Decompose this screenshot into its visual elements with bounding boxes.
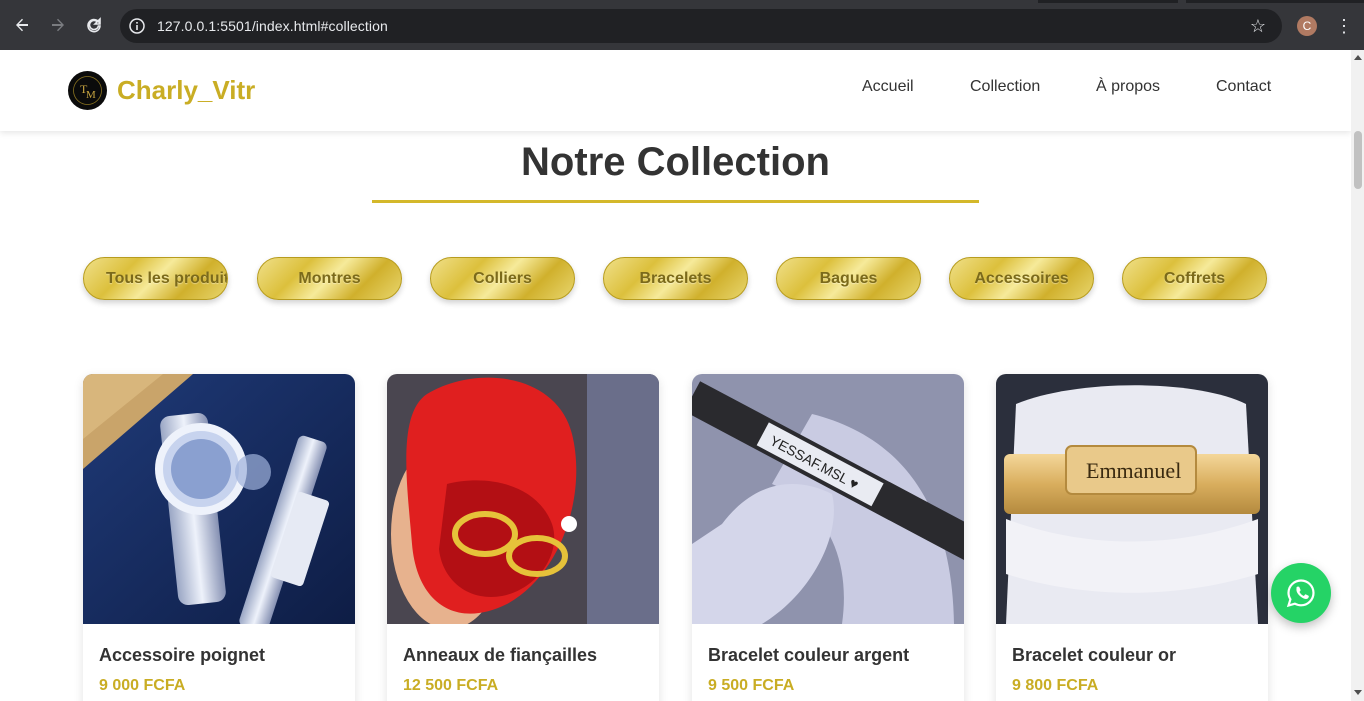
product-card[interactable]: Emmanuel Bracelet couleur or 9 800 FCFA xyxy=(996,374,1268,701)
product-card[interactable]: Anneaux de fiançailles 12 500 FCFA xyxy=(387,374,659,701)
product-name: Bracelet couleur or xyxy=(1012,645,1177,665)
whatsapp-icon xyxy=(1286,579,1315,608)
title-underline xyxy=(372,200,979,203)
product-image-watch-bracelet[interactable] xyxy=(83,374,355,624)
scroll-up-arrow-icon[interactable] xyxy=(1354,55,1362,60)
site-info-icon[interactable] xyxy=(128,17,146,35)
profile-avatar[interactable]: C xyxy=(1297,16,1317,36)
product-name: Anneaux de fiançailles xyxy=(403,645,598,665)
arrow-left-icon xyxy=(16,18,28,32)
logo-emblem-icon: T M xyxy=(73,76,102,105)
product-name: Accessoire poignet xyxy=(99,645,266,665)
product-price: 9 500 FCFA xyxy=(708,677,795,694)
page-viewport: T M Charly_Vitr Accueil Collection À pro… xyxy=(0,50,1351,701)
product-name: Bracelet couleur argent xyxy=(708,645,910,665)
tab-strip-edge xyxy=(1038,0,1178,3)
product-card[interactable]: Accessoire poignet 9 000 FCFA xyxy=(83,374,355,701)
whatsapp-button[interactable] xyxy=(1271,563,1331,623)
filter-montres[interactable]: Montres xyxy=(257,257,402,300)
nav-a-propos[interactable]: À propos xyxy=(1096,77,1160,97)
forward-button[interactable] xyxy=(46,13,70,37)
arrow-right-icon xyxy=(52,18,64,32)
filter-tous-les-produits[interactable]: Tous les produits xyxy=(83,257,228,300)
kebab-menu-icon[interactable]: ⋮ xyxy=(1334,15,1354,37)
brand-name[interactable]: Charly_Vitr xyxy=(117,75,255,105)
url-text[interactable]: 127.0.0.1:5501/index.html#collection xyxy=(157,17,388,35)
nav-accueil[interactable]: Accueil xyxy=(862,77,914,97)
section-title: Notre Collection xyxy=(521,140,830,184)
nav-collection[interactable]: Collection xyxy=(970,77,1040,97)
product-price: 12 500 FCFA xyxy=(403,677,499,694)
scroll-down-arrow-icon[interactable] xyxy=(1354,690,1362,695)
product-price: 9 800 FCFA xyxy=(1012,677,1099,694)
site-header: T M Charly_Vitr Accueil Collection À pro… xyxy=(0,50,1351,131)
back-button[interactable] xyxy=(10,13,34,37)
filter-bracelets[interactable]: Bracelets xyxy=(603,257,748,300)
scrollbar-thumb[interactable] xyxy=(1354,131,1362,189)
brand-logo[interactable]: T M xyxy=(68,71,107,110)
svg-text:Emmanuel: Emmanuel xyxy=(1086,458,1181,483)
browser-toolbar: 127.0.0.1:5501/index.html#collection ☆ C… xyxy=(0,0,1364,50)
filter-accessoires[interactable]: Accessoires xyxy=(949,257,1094,300)
reload-button[interactable] xyxy=(82,13,106,37)
product-image-gold-bracelet[interactable]: Emmanuel xyxy=(996,374,1268,624)
product-image-engagement-rings[interactable] xyxy=(387,374,659,624)
svg-text:M: M xyxy=(86,89,96,101)
product-card[interactable]: YESSAF.MSL ♥ Bracelet couleur argent 9 5… xyxy=(692,374,964,701)
reload-icon xyxy=(87,17,101,33)
nav-contact[interactable]: Contact xyxy=(1216,77,1271,97)
star-icon[interactable]: ☆ xyxy=(1247,15,1269,37)
tab-strip-edge xyxy=(1186,0,1364,3)
filter-colliers[interactable]: Colliers xyxy=(430,257,575,300)
product-image-silver-bracelet[interactable]: YESSAF.MSL ♥ xyxy=(692,374,964,624)
product-price: 9 000 FCFA xyxy=(99,677,186,694)
filter-coffrets[interactable]: Coffrets xyxy=(1122,257,1267,300)
filter-bagues[interactable]: Bagues xyxy=(776,257,921,300)
